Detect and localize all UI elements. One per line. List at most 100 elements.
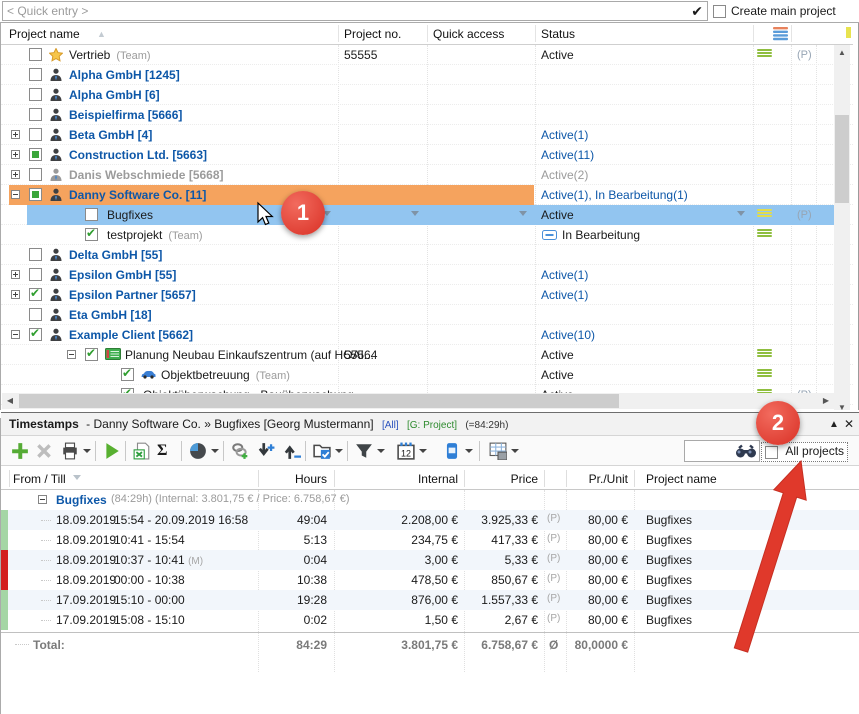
row-checkbox[interactable]: [85, 228, 98, 241]
table-row[interactable]: Alpha GmbH [1245]: [1, 65, 853, 85]
column-header-price[interactable]: Price: [511, 472, 538, 486]
table-row[interactable]: Eta GmbH [18]: [1, 305, 853, 325]
row-checkbox[interactable]: [85, 208, 98, 221]
row-checkbox[interactable]: [29, 148, 42, 161]
scroll-left-icon[interactable]: ◀: [2, 393, 18, 409]
folder-check-icon[interactable]: [313, 442, 331, 460]
scroll-up-icon[interactable]: ▲: [834, 45, 850, 60]
group-row[interactable]: Bugfixes (84:29h) (Internal: 3.801,75 € …: [1, 490, 859, 510]
table-row[interactable]: Objektbetreuung(Team)Active: [1, 365, 853, 385]
expand-toggle[interactable]: [11, 330, 20, 339]
all-projects-checkbox[interactable]: All projects: [761, 442, 848, 462]
row-checkbox[interactable]: [29, 288, 42, 301]
expand-toggle[interactable]: [67, 350, 76, 359]
confirm-check-icon[interactable]: ✔: [691, 3, 703, 20]
row-checkbox[interactable]: [121, 368, 134, 381]
filter-icon[interactable]: [355, 442, 373, 460]
search-input[interactable]: [684, 440, 760, 462]
filter-menu-caret-icon[interactable]: [377, 449, 385, 453]
row-checkbox[interactable]: [85, 348, 98, 361]
column-header-project-name[interactable]: Project name: [9, 27, 80, 41]
move-down-add-icon[interactable]: [257, 442, 275, 460]
calendar-icon[interactable]: 12: [397, 442, 415, 460]
sum-icon[interactable]: Σ: [157, 442, 175, 460]
column-header-quick-access[interactable]: Quick access: [433, 27, 504, 41]
cell-dropdown-icon[interactable]: [519, 211, 527, 216]
column-header-hours[interactable]: Hours: [295, 472, 327, 486]
expand-toggle[interactable]: [11, 290, 20, 299]
play-icon[interactable]: [103, 442, 121, 460]
create-main-project-checkbox[interactable]: [713, 5, 726, 18]
all-projects-checkbox-box[interactable]: [765, 446, 778, 459]
table-row[interactable]: BugfixesActive(P): [1, 205, 853, 225]
column-header-pr-unit[interactable]: Pr./Unit: [589, 472, 628, 486]
column-header-status[interactable]: Status: [541, 27, 575, 41]
delete-icon[interactable]: [35, 442, 53, 460]
collapse-panel-icon[interactable]: ▲: [827, 413, 841, 436]
row-checkbox[interactable]: [29, 268, 42, 281]
add-icon[interactable]: [11, 442, 29, 460]
pie-menu-caret-icon[interactable]: [211, 449, 219, 453]
expand-toggle[interactable]: [11, 130, 20, 139]
timestamp-row[interactable]: 18.09.201910:37 - 10:41 (M)0:043,00 €5,3…: [1, 550, 859, 570]
row-checkbox[interactable]: [29, 308, 42, 321]
expand-toggle[interactable]: [11, 190, 20, 199]
table-row[interactable]: Danis Webschmiede [5668]Active(2): [1, 165, 853, 185]
table-row[interactable]: Alpha GmbH [6]: [1, 85, 853, 105]
table-row[interactable]: Danny Software Co. [11]Active(1), In Bea…: [1, 185, 853, 205]
cell-dropdown-icon[interactable]: [411, 211, 419, 216]
row-checkbox[interactable]: [29, 248, 42, 261]
column-header-project-name[interactable]: Project name: [646, 472, 717, 486]
pie-chart-icon[interactable]: [189, 442, 207, 460]
column-header-project-no[interactable]: Project no.: [344, 27, 401, 41]
expand-toggle[interactable]: [11, 170, 20, 179]
timestamp-row[interactable]: 18.09.201915:54 - 20.09.2019 16:5849:042…: [1, 510, 859, 530]
print-icon[interactable]: [61, 442, 79, 460]
horizontal-scrollbar-thumb[interactable]: [19, 394, 619, 408]
table-row[interactable]: Beispielfirma [5666]: [1, 105, 853, 125]
table-row[interactable]: Planung Neubau Einkaufszentrum (auf HOAI…: [1, 345, 853, 365]
table-row[interactable]: Construction Ltd. [5663]Active(11): [1, 145, 853, 165]
vertical-scrollbar[interactable]: ▲ ▼: [834, 45, 850, 415]
timestamp-row[interactable]: 17.09.201915:08 - 15:100:021,50 €2,67 €(…: [1, 610, 859, 630]
table-row[interactable]: Vertrieb(Team)55555Active(P): [1, 45, 853, 65]
device-menu-caret-icon[interactable]: [465, 449, 473, 453]
table-row[interactable]: Delta GmbH [55]: [1, 245, 853, 265]
link-add-icon[interactable]: [231, 442, 249, 460]
device-icon[interactable]: [443, 442, 461, 460]
column-header-internal[interactable]: Internal: [418, 472, 458, 486]
table-row[interactable]: Epsilon Partner [5657]Active(1): [1, 285, 853, 305]
row-checkbox[interactable]: [29, 88, 42, 101]
table-row[interactable]: Example Client [5662]Active(10): [1, 325, 853, 345]
scroll-right-icon[interactable]: ▶: [818, 393, 834, 409]
row-checkbox[interactable]: [29, 108, 42, 121]
row-checkbox[interactable]: [29, 168, 42, 181]
collapse-group-icon[interactable]: [38, 495, 47, 504]
move-up-remove-icon[interactable]: [283, 442, 301, 460]
row-checkbox[interactable]: [29, 68, 42, 81]
timestamp-row[interactable]: 18.09.201910:41 - 15:545:13234,75 €417,3…: [1, 530, 859, 550]
expand-toggle[interactable]: [11, 270, 20, 279]
excel-export-icon[interactable]: [133, 442, 151, 460]
table-row[interactable]: Epsilon GmbH [55]Active(1): [1, 265, 853, 285]
horizontal-scrollbar[interactable]: ◀ ▶: [2, 393, 834, 409]
close-panel-icon[interactable]: ✕: [842, 413, 856, 436]
table-row[interactable]: Beta GmbH [4]Active(1): [1, 125, 853, 145]
timestamp-row[interactable]: 18.09.201900:00 - 10:3810:38478,50 €850,…: [1, 570, 859, 590]
row-checkbox[interactable]: [29, 328, 42, 341]
column-header-from-till[interactable]: From / Till: [13, 472, 66, 486]
row-checkbox[interactable]: [29, 48, 42, 61]
quick-entry-input[interactable]: < Quick entry > ✔: [2, 1, 708, 21]
row-checkbox[interactable]: [29, 128, 42, 141]
row-checkbox[interactable]: [29, 188, 42, 201]
timestamp-row[interactable]: 17.09.201915:10 - 00:0019:28876,00 €1.55…: [1, 590, 859, 610]
table-menu-caret-icon[interactable]: [511, 449, 519, 453]
expand-toggle[interactable]: [11, 150, 20, 159]
vertical-scrollbar-thumb[interactable]: [835, 115, 849, 203]
cell-dropdown-icon[interactable]: [737, 211, 745, 216]
table-save-icon[interactable]: [489, 442, 507, 460]
status-columns-icon[interactable]: [773, 27, 788, 41]
print-menu-caret-icon[interactable]: [83, 449, 91, 453]
calendar-menu-caret-icon[interactable]: [419, 449, 427, 453]
folder-menu-caret-icon[interactable]: [335, 449, 343, 453]
